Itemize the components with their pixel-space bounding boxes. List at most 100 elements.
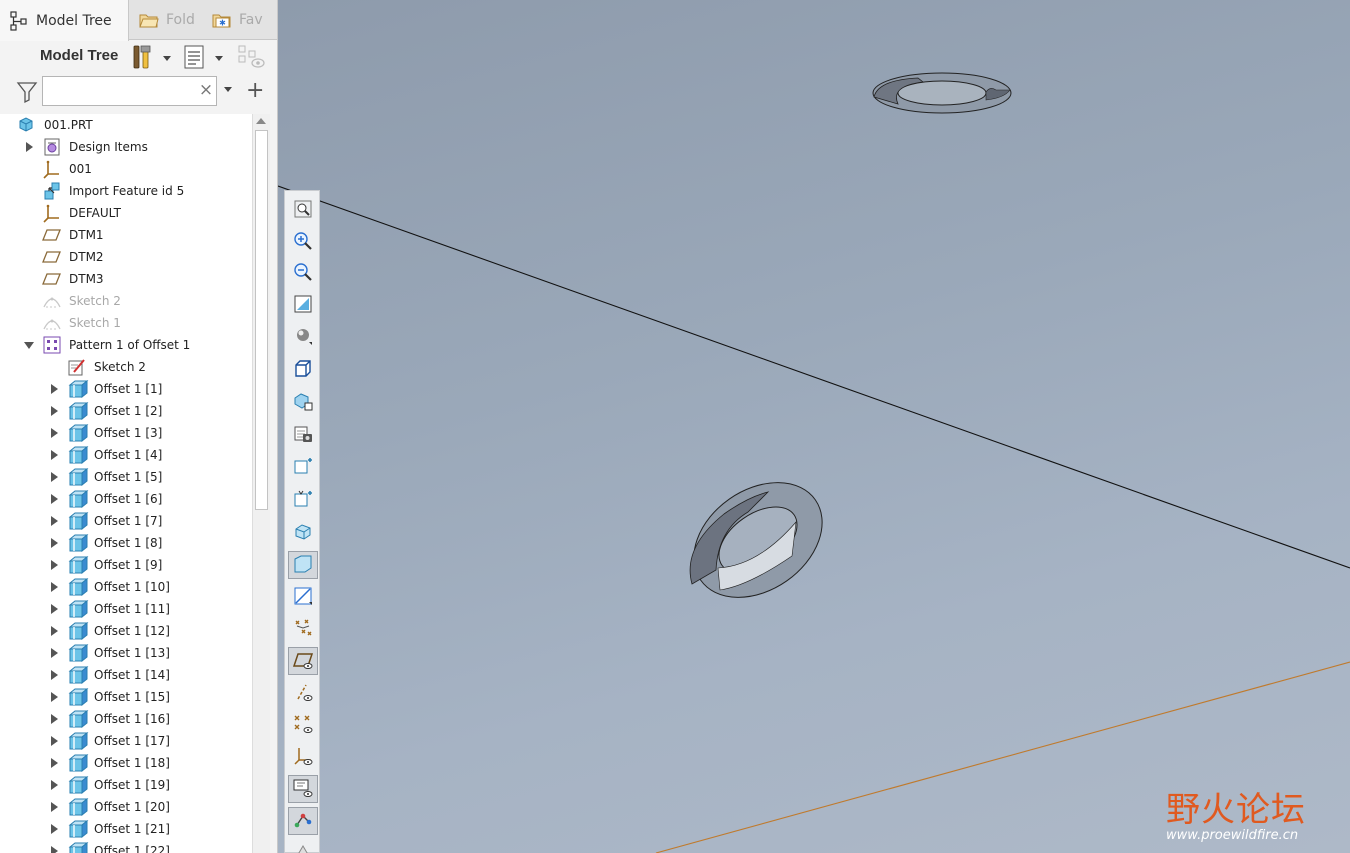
- tree-item[interactable]: Offset 1 [2]: [0, 400, 252, 422]
- tree-item[interactable]: Sketch 2: [0, 356, 252, 378]
- add-filter-icon[interactable]: +: [246, 80, 264, 102]
- expand-icon[interactable]: [48, 537, 60, 549]
- tree-item[interactable]: Offset 1 [16]: [0, 708, 252, 730]
- tree-item[interactable]: Import Feature id 5: [0, 180, 252, 202]
- expand-icon[interactable]: [48, 845, 60, 853]
- repaint-button[interactable]: [288, 291, 318, 319]
- display-style-button[interactable]: [288, 323, 318, 351]
- expand-icon[interactable]: [48, 603, 60, 615]
- expand-icon[interactable]: [48, 449, 60, 461]
- tree-item[interactable]: DTM3: [0, 268, 252, 290]
- tree-item[interactable]: Offset 1 [21]: [0, 818, 252, 840]
- tree-tools-button[interactable]: [128, 44, 156, 72]
- tree-item[interactable]: DTM1: [0, 224, 252, 246]
- annotation-display-button[interactable]: [288, 453, 318, 481]
- tree-item[interactable]: DEFAULT: [0, 202, 252, 224]
- tree-search-input[interactable]: [42, 76, 217, 106]
- tab-model-tree[interactable]: Model Tree: [0, 0, 129, 41]
- axis-display-button[interactable]: [288, 679, 318, 707]
- expand-icon[interactable]: [48, 625, 60, 637]
- tree-item[interactable]: Offset 1 [12]: [0, 620, 252, 642]
- tree-item[interactable]: Offset 1 [5]: [0, 466, 252, 488]
- expand-icon[interactable]: [48, 735, 60, 747]
- expand-icon[interactable]: [48, 691, 60, 703]
- expand-icon[interactable]: [48, 581, 60, 593]
- section-button[interactable]: [288, 519, 318, 547]
- tree-item-label: Offset 1 [12]: [94, 624, 170, 638]
- expand-icon[interactable]: [48, 559, 60, 571]
- view-toolbar: [284, 190, 320, 853]
- tree-item[interactable]: 001: [0, 158, 252, 180]
- appearance-gallery-button[interactable]: [288, 421, 318, 449]
- spin-center-display-button[interactable]: [288, 807, 318, 835]
- tree-item[interactable]: Offset 1 [8]: [0, 532, 252, 554]
- expand-icon[interactable]: [48, 713, 60, 725]
- shaded-view-button[interactable]: [288, 551, 318, 579]
- tree-item[interactable]: Sketch 2: [0, 290, 252, 312]
- tree-tools-dropdown[interactable]: [160, 44, 174, 72]
- tree-scrollbar[interactable]: [252, 114, 270, 853]
- tree-item[interactable]: Pattern 1 of Offset 1: [0, 334, 252, 356]
- scroll-up-icon[interactable]: [256, 118, 266, 124]
- tree-item[interactable]: Offset 1 [19]: [0, 774, 252, 796]
- tree-item[interactable]: Offset 1 [14]: [0, 664, 252, 686]
- point-display-button[interactable]: [288, 615, 318, 643]
- settings-dropdown[interactable]: [212, 44, 226, 72]
- spin-center-button[interactable]: [288, 486, 318, 514]
- expand-icon[interactable]: [48, 405, 60, 417]
- tree-item[interactable]: Offset 1 [6]: [0, 488, 252, 510]
- expand-icon[interactable]: [23, 141, 35, 153]
- expand-icon[interactable]: [48, 471, 60, 483]
- zoom-out-button[interactable]: [288, 259, 318, 287]
- expand-icon[interactable]: [48, 383, 60, 395]
- datum-display-filters-button[interactable]: [288, 583, 318, 611]
- tree-item[interactable]: 001.PRT: [0, 114, 252, 136]
- expand-icon[interactable]: [48, 823, 60, 835]
- saved-orientations-button[interactable]: [288, 356, 318, 384]
- tree-item[interactable]: Offset 1 [1]: [0, 378, 252, 400]
- tree-item[interactable]: Offset 1 [9]: [0, 554, 252, 576]
- tab-favorites[interactable]: ✱ Fav: [203, 0, 277, 40]
- left-navigator-panel: Model Tree Fold ✱ Fav Model Tree × + 001…: [0, 0, 278, 853]
- show-hide-button[interactable]: [236, 44, 266, 72]
- tree-item[interactable]: Offset 1 [4]: [0, 444, 252, 466]
- tree-item[interactable]: Offset 1 [7]: [0, 510, 252, 532]
- tree-item[interactable]: Offset 1 [10]: [0, 576, 252, 598]
- point-tag-display-button[interactable]: [288, 711, 318, 739]
- tree-item[interactable]: Offset 1 [3]: [0, 422, 252, 444]
- expand-icon[interactable]: [48, 757, 60, 769]
- tree-item[interactable]: Offset 1 [20]: [0, 796, 252, 818]
- watermark-url: www.proewildfire.cn: [1166, 828, 1299, 843]
- collapse-icon[interactable]: [23, 339, 35, 351]
- tree-item[interactable]: Offset 1 [22]: [0, 840, 252, 853]
- tree-item[interactable]: Offset 1 [17]: [0, 730, 252, 752]
- tree-item[interactable]: Design Items: [0, 136, 252, 158]
- csys-display-button[interactable]: [288, 743, 318, 771]
- view-manager-button[interactable]: [288, 388, 318, 416]
- scrollbar-thumb[interactable]: [255, 130, 268, 510]
- expand-icon[interactable]: [48, 801, 60, 813]
- plane-display-button[interactable]: [288, 647, 318, 675]
- zoom-in-button[interactable]: [288, 228, 318, 256]
- expand-icon[interactable]: [48, 493, 60, 505]
- refit-button[interactable]: [288, 196, 318, 224]
- tree-item[interactable]: Offset 1 [18]: [0, 752, 252, 774]
- annotation-visibility-button[interactable]: [288, 775, 318, 803]
- tree-item[interactable]: DTM2: [0, 246, 252, 268]
- tree-item[interactable]: Sketch 1: [0, 312, 252, 334]
- settings-button[interactable]: [180, 44, 208, 72]
- graphics-viewport[interactable]: [278, 0, 1350, 853]
- expand-icon[interactable]: [48, 647, 60, 659]
- tree-item[interactable]: Offset 1 [13]: [0, 642, 252, 664]
- search-dropdown-chevron-icon[interactable]: [224, 87, 232, 92]
- tree-item[interactable]: Offset 1 [15]: [0, 686, 252, 708]
- filter-icon[interactable]: [16, 80, 38, 107]
- tab-folder-browser[interactable]: Fold: [130, 0, 202, 40]
- expand-icon[interactable]: [48, 427, 60, 439]
- clear-search-icon[interactable]: ×: [197, 80, 215, 100]
- more-button[interactable]: [288, 839, 318, 853]
- expand-icon[interactable]: [48, 515, 60, 527]
- expand-icon[interactable]: [48, 779, 60, 791]
- expand-icon[interactable]: [48, 669, 60, 681]
- tree-item[interactable]: Offset 1 [11]: [0, 598, 252, 620]
